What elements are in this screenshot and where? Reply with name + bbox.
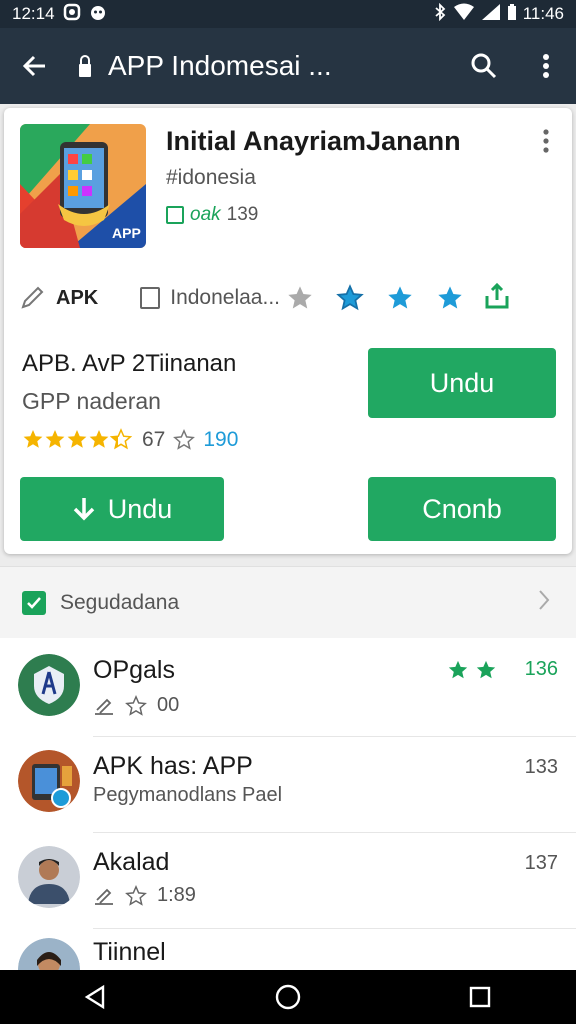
pencil-icon: [21, 286, 44, 309]
list-item-right-value: 136: [524, 658, 558, 680]
list-item-right-value: 133: [524, 756, 558, 778]
triangle-back-icon: [84, 984, 105, 1010]
app-meta: oak 139: [166, 204, 258, 226]
star-blue-icon[interactable]: [436, 284, 464, 312]
wifi-icon: [453, 3, 475, 26]
list-item-title: Akalad: [93, 848, 170, 876]
rating-value: 67: [142, 428, 166, 451]
person-avatar: [18, 846, 80, 908]
star-outline-icon: [125, 694, 147, 716]
overflow-menu-button[interactable]: [516, 28, 576, 104]
card-overflow-button[interactable]: [534, 126, 558, 156]
rating-stars-icon: [23, 428, 133, 450]
list-item-right: 136: [447, 658, 558, 681]
search-button[interactable]: [452, 28, 516, 104]
list-item[interactable]: Tiinnel: [0, 928, 576, 970]
rating-row: 67 190: [22, 428, 238, 452]
list-item-title: Tiinnel: [93, 938, 166, 966]
status-bar: 12:14 11:46: [0, 0, 576, 28]
region-label: Indonelaa...: [170, 286, 280, 309]
app-version: APB. AvP 2Tiinanan: [22, 350, 237, 377]
app-tag: #idonesia: [166, 166, 256, 189]
download-button[interactable]: Undu: [20, 477, 224, 541]
list-item-right-value: 137: [524, 852, 558, 874]
more-vert-icon: [543, 54, 549, 78]
lock-icon: [70, 54, 100, 78]
back-button[interactable]: [0, 28, 70, 104]
list-item-sub: 00: [93, 694, 179, 717]
list-item-sub: 1:89: [93, 884, 196, 907]
share-icon: [485, 282, 509, 308]
info-row: APK Indonelaa...: [18, 278, 558, 318]
tablet-app-icon: [18, 750, 80, 812]
notification-icon: [63, 3, 81, 26]
open-button-label: Cnonb: [422, 493, 502, 524]
region-box-icon: [140, 287, 161, 309]
star-green-icon: [476, 660, 495, 678]
app-icon: APP: [20, 124, 146, 248]
pencil-icon: [95, 888, 113, 905]
open-button[interactable]: Cnonb: [368, 477, 556, 541]
nav-back-button[interactable]: [66, 970, 126, 1024]
svg-text:APP: APP: [112, 225, 141, 241]
nav-home-button[interactable]: [258, 970, 318, 1024]
app-detail-card: APP Initial AnayriamJanann #idonesia oak…: [4, 108, 572, 554]
list-item-right: 133: [525, 756, 558, 779]
status-time-left: 12:14: [12, 4, 55, 23]
list-item[interactable]: Akalad 1:89 137: [0, 832, 576, 929]
bluetooth-icon: [433, 2, 447, 26]
share-button[interactable]: [484, 282, 510, 315]
list-item-title: APK has: APP: [93, 752, 253, 780]
system-nav-bar: [0, 970, 576, 1024]
section-header[interactable]: Segudadana: [0, 566, 576, 638]
pencil-icon: [95, 698, 113, 715]
page-title: APP Indomesai ...: [108, 50, 332, 81]
chevron-right-icon: [538, 589, 550, 616]
circle-home-icon: [275, 984, 301, 1010]
star-outline-icon: [173, 429, 196, 450]
list-item-sub-value: 1:89: [157, 884, 196, 906]
download-arrow-icon: [73, 498, 94, 521]
rating-count: 190: [203, 428, 239, 451]
list-item-sub-value: 00: [157, 694, 180, 716]
square-recents-icon: [469, 986, 491, 1008]
star-green-icon: [448, 660, 467, 678]
person-avatar: [18, 938, 80, 970]
checkbox-icon: [22, 590, 46, 615]
meta-box-icon: [166, 206, 184, 224]
app-notification-icon: [89, 3, 107, 26]
search-icon: [471, 53, 497, 79]
list-item[interactable]: APK has: APP Pegymanodlans Pael 133: [0, 736, 576, 833]
shield-app-icon: [18, 654, 80, 716]
list-item[interactable]: OPgals 00 136: [0, 638, 576, 737]
star-actions: [286, 284, 464, 312]
meta-count: 139: [226, 204, 259, 225]
more-vert-icon: [543, 129, 549, 153]
list-item-sub-value: Pegymanodlans Pael: [93, 784, 283, 806]
battery-icon: [507, 3, 517, 26]
signal-icon: [481, 3, 501, 26]
star-outline-icon[interactable]: [336, 284, 364, 312]
status-time-right: 11:46: [522, 4, 564, 23]
star-blue-icon[interactable]: [386, 284, 414, 312]
install-button[interactable]: Undu: [368, 348, 556, 418]
star-grey-icon[interactable]: [286, 284, 314, 312]
apk-info: APK: [18, 284, 98, 312]
list-item-right: 137: [525, 852, 558, 875]
download-button-label: Undu: [107, 493, 173, 524]
region-info: Indonelaa...: [140, 286, 280, 310]
apk-label: APK: [56, 286, 99, 309]
star-outline-icon: [125, 884, 147, 906]
section-label: Segudadana: [60, 590, 180, 614]
app-subtitle: GPP naderan: [22, 388, 161, 414]
meta-label: oak: [190, 204, 221, 225]
app-list: OPgals 00 136 APK has: APP Pegymanodlans…: [0, 638, 576, 970]
list-item-sub: Pegymanodlans Pael: [93, 784, 282, 807]
app-bar: APP Indomesai ...: [0, 28, 576, 104]
nav-recents-button[interactable]: [450, 970, 510, 1024]
app-name: Initial AnayriamJanann: [166, 126, 461, 156]
arrow-left-icon: [22, 55, 45, 77]
install-button-label: Undu: [429, 367, 495, 398]
list-item-title: OPgals: [93, 656, 175, 684]
